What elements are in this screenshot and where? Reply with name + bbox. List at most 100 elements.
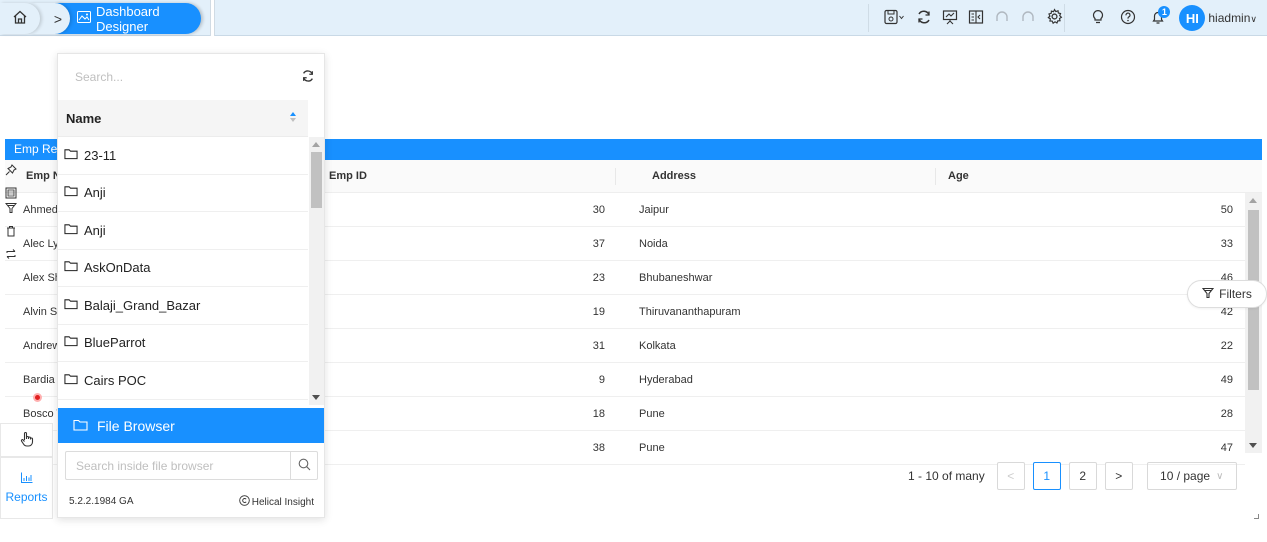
folder-item[interactable]: BlueParrot (58, 325, 308, 362)
folder-icon (64, 260, 78, 275)
column-header-address[interactable]: Address (652, 160, 696, 193)
page-size-select[interactable]: 10 / page ∨ (1146, 462, 1237, 490)
help-button[interactable] (1115, 5, 1141, 31)
notification-badge: 1 (1158, 6, 1171, 18)
resize-handle[interactable] (1254, 514, 1259, 519)
column-divider (935, 168, 936, 185)
table-icon (5, 187, 17, 202)
page-1-button[interactable]: 1 (1032, 462, 1061, 490)
home-icon (12, 9, 28, 28)
column-header-emp-id[interactable]: Emp ID (329, 160, 367, 193)
breadcrumb-dashboard-designer[interactable]: Dashboard Designer (55, 3, 201, 34)
table-scrollbar[interactable] (1245, 193, 1262, 453)
toolbar-separator (868, 4, 869, 32)
folder-item[interactable]: Balaji_Grand_Bazar (58, 287, 308, 325)
panel-toggle-button[interactable] (963, 5, 989, 31)
delete-button[interactable] (5, 226, 17, 239)
cell-age: 49 (1220, 374, 1233, 386)
topbar-divider (210, 0, 215, 36)
chevron-left-icon: < (1007, 469, 1015, 483)
cell-emp-id: 31 (592, 340, 605, 352)
page-2-button[interactable]: 2 (1068, 462, 1097, 490)
presentation-button[interactable] (937, 5, 963, 31)
scroll-down-icon[interactable] (312, 395, 320, 400)
name-column-header[interactable]: Name (58, 100, 308, 137)
reports-button[interactable]: Reports (0, 457, 53, 519)
inner-search-input[interactable] (66, 458, 286, 473)
refresh-button[interactable] (911, 5, 937, 31)
cell-age: 50 (1220, 204, 1233, 216)
version-label: 5.2.2.1984 GA (69, 496, 134, 507)
brand-name: Helical Insight (251, 496, 314, 508)
save-icon (884, 9, 906, 28)
brand-label: Helical Insight (238, 495, 314, 509)
cell-age: 33 (1220, 238, 1233, 250)
search-icon (298, 458, 311, 474)
cell-emp-id: 37 (592, 238, 605, 250)
refresh-icon (301, 69, 315, 86)
cell-emp-id: 38 (592, 442, 605, 454)
help-icon (1120, 9, 1136, 28)
undo-icon (994, 9, 1010, 28)
reports-label: Reports (5, 490, 48, 504)
hand-pointer-icon (20, 431, 34, 450)
folder-icon (64, 298, 78, 313)
user-menu[interactable]: HI hiadmin∨ (1179, 5, 1267, 31)
scroll-down-icon[interactable] (1249, 443, 1257, 448)
inner-search-button[interactable] (290, 452, 317, 479)
folder-item[interactable]: AskOnData (58, 250, 308, 287)
filter-widget-button[interactable] (4, 203, 18, 216)
folder-item[interactable]: 23-11 (58, 137, 308, 175)
folder-icon (64, 335, 78, 350)
cell-emp-id: 23 (592, 272, 605, 284)
filters-button[interactable]: Filters (1187, 280, 1267, 308)
report-title: Emp Re (14, 142, 58, 156)
folder-icon (64, 223, 78, 238)
image-icon (77, 11, 91, 26)
settings-button[interactable] (1041, 5, 1067, 31)
folder-item[interactable]: Anji (58, 175, 308, 212)
sort-icon[interactable] (290, 112, 298, 124)
avatar: HI (1179, 5, 1206, 31)
column-header-age[interactable]: Age (948, 160, 969, 193)
scrollbar-thumb[interactable] (311, 152, 322, 208)
pagination: 1 - 10 of many < 1 2 > 10 / page ∨ (908, 462, 1237, 490)
cell-address: Kolkata (639, 340, 676, 352)
page-size-value: 10 / page (1160, 469, 1211, 483)
file-search-input[interactable] (75, 70, 275, 84)
prev-page-button[interactable]: < (996, 462, 1025, 490)
swap-button[interactable] (5, 249, 17, 262)
folder-icon (73, 418, 88, 434)
filters-label: Filters (1219, 287, 1252, 301)
cell-age: 22 (1220, 340, 1233, 352)
folder-item[interactable]: Cairs POC (58, 362, 308, 400)
scroll-up-icon[interactable] (312, 142, 320, 147)
file-browser-label: File Browser (97, 417, 175, 434)
cell-emp-id: 9 (598, 374, 605, 386)
presentation-icon (942, 9, 958, 28)
folder-name: Anji (84, 185, 106, 201)
notifications-button[interactable]: 1 (1145, 5, 1171, 31)
cell-address: Jaipur (639, 204, 669, 216)
redo-button[interactable] (1015, 5, 1041, 31)
tips-button[interactable] (1085, 5, 1111, 31)
column-divider (615, 168, 616, 185)
name-header-label: Name (66, 110, 102, 126)
file-refresh-button[interactable] (300, 69, 316, 85)
file-search-bar (58, 54, 324, 100)
interaction-mode-button[interactable] (0, 423, 53, 457)
folder-name: Balaji_Grand_Bazar (84, 297, 201, 313)
inner-search-bar (65, 451, 318, 480)
undo-button[interactable] (989, 5, 1015, 31)
table-properties-button[interactable] (5, 187, 17, 202)
pin-button[interactable] (5, 164, 17, 178)
file-list-scrollbar[interactable] (309, 137, 324, 405)
folder-item[interactable]: Anji (58, 212, 308, 250)
cell-emp-id: 19 (592, 306, 605, 318)
redo-icon (1020, 9, 1036, 28)
next-page-button[interactable]: > (1104, 462, 1133, 490)
save-menu-button[interactable] (879, 5, 911, 31)
scroll-up-icon[interactable] (1249, 198, 1257, 203)
file-browser-button[interactable]: File Browser (58, 408, 324, 443)
home-button[interactable] (0, 3, 40, 34)
